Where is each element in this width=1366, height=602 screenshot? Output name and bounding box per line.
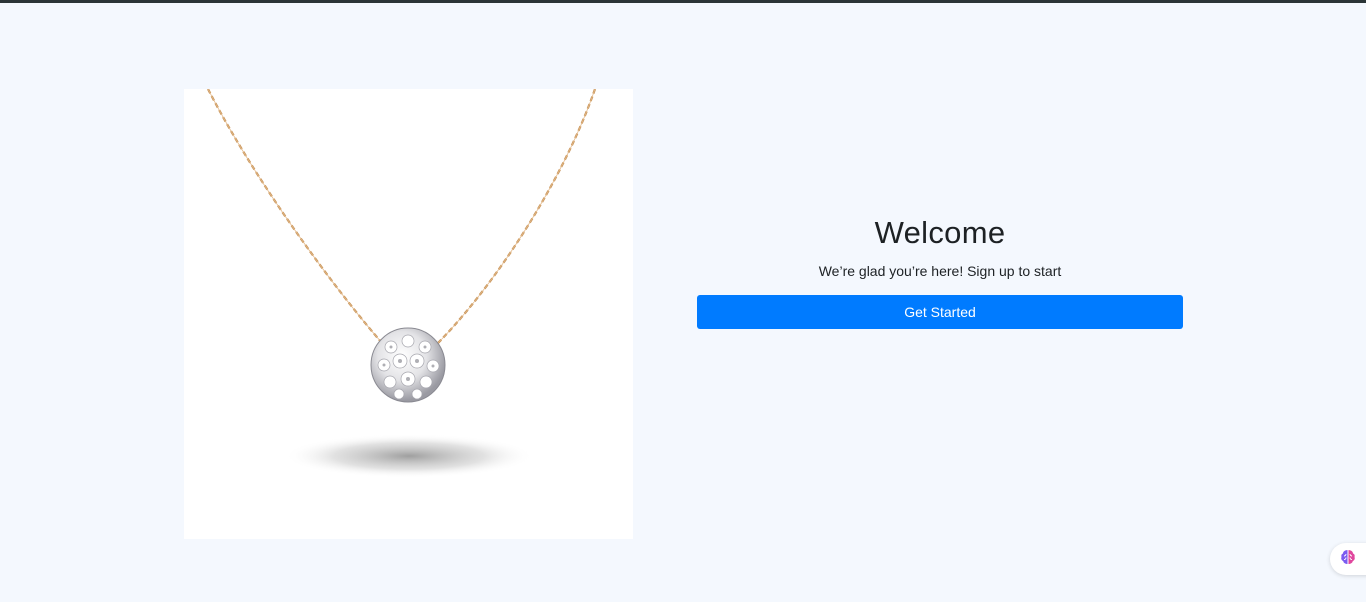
top-bar — [0, 0, 1366, 3]
brain-icon — [1339, 548, 1357, 571]
product-image — [184, 89, 633, 539]
get-started-button[interactable]: Get Started — [697, 295, 1183, 329]
assistant-widget[interactable] — [1330, 543, 1366, 575]
welcome-subtitle: We’re glad you’re here! Sign up to start — [818, 263, 1062, 279]
crystal-ball-pendant — [370, 327, 446, 403]
pendant-shadow — [284, 434, 534, 478]
necklace-illustration — [207, 89, 597, 478]
chain-left — [207, 89, 390, 352]
chain-right — [429, 89, 597, 352]
welcome-panel: Welcome We’re glad you’re here! Sign up … — [697, 212, 1183, 329]
page-title: Welcome — [874, 215, 1006, 250]
